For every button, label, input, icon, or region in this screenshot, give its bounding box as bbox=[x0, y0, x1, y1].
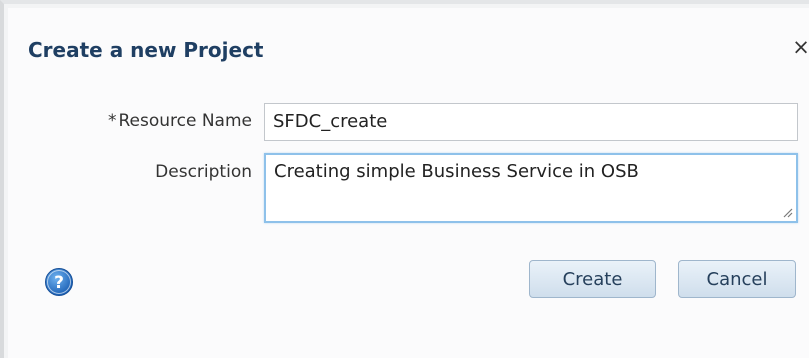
description-value[interactable]: Creating simple Business Service in OSB bbox=[274, 161, 639, 182]
create-project-dialog: Create a new Project × * Resource Name SF… bbox=[0, 0, 809, 358]
description-textarea[interactable]: Creating simple Business Service in OSB bbox=[264, 153, 798, 223]
resource-name-label: * Resource Name bbox=[44, 111, 252, 131]
close-icon[interactable]: × bbox=[792, 35, 809, 59]
dialog-title: Create a new Project bbox=[28, 38, 264, 62]
create-button[interactable]: Create bbox=[529, 260, 656, 298]
resource-name-input[interactable]: SFDC_create bbox=[264, 103, 798, 141]
resource-name-label-text: Resource Name bbox=[118, 111, 252, 131]
resize-handle-icon[interactable] bbox=[781, 206, 793, 218]
resource-name-value[interactable]: SFDC_create bbox=[273, 111, 387, 132]
required-marker: * bbox=[107, 111, 117, 131]
close-button[interactable]: × bbox=[790, 35, 809, 59]
help-icon[interactable]: ? bbox=[44, 267, 74, 297]
description-label: Description bbox=[155, 162, 252, 182]
help-icon-glyph: ? bbox=[54, 273, 64, 293]
cancel-button[interactable]: Cancel bbox=[678, 260, 796, 298]
